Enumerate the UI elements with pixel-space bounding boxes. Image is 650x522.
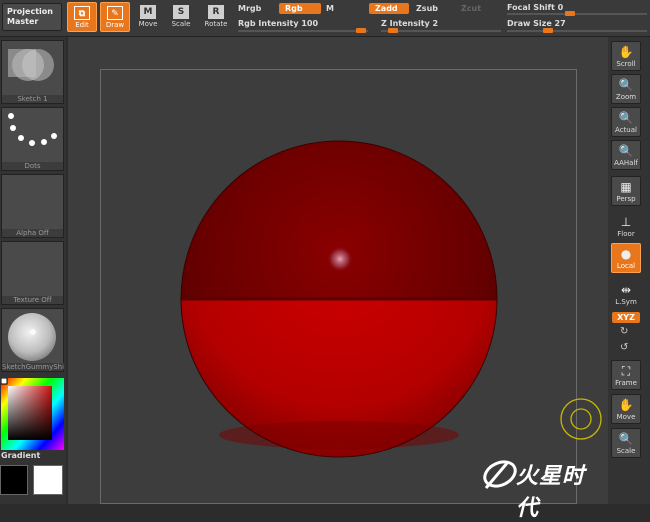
sketch-brush-swatch[interactable]: Sketch 1 <box>1 40 64 104</box>
local-icon: ● <box>620 247 632 261</box>
floor-icon: ⊥ <box>620 215 632 229</box>
scale-zoom-icon: 🔍 <box>618 432 634 446</box>
dots-stroke-icon <box>8 113 57 146</box>
color-picker-spectrum <box>0 377 64 450</box>
aahalf-button[interactable]: 🔍 AAHalf <box>611 140 641 170</box>
rgb-intensity-slider[interactable] <box>238 30 368 32</box>
zoom-button[interactable]: 🔍 Zoom <box>611 74 641 104</box>
mrgb-toggle[interactable]: Mrgb <box>238 4 261 13</box>
draw-button[interactable]: ✎ Draw <box>100 2 130 32</box>
xyz-toggle[interactable]: XYZ <box>612 312 640 323</box>
alpha-swatch[interactable]: Alpha Off <box>1 174 64 238</box>
watermark-logo: 火星时代 <box>478 452 606 521</box>
frame-button[interactable]: ⛶ Frame <box>611 360 641 390</box>
persp-icon: ▦ <box>620 180 632 194</box>
move-icon: M <box>140 5 156 19</box>
move-button[interactable]: M Move <box>133 2 163 32</box>
scale-button[interactable]: S Scale <box>166 2 196 32</box>
lsym-icon: ⇹ <box>620 283 632 297</box>
hand-icon: ✋ <box>618 45 634 59</box>
scale-view-button[interactable]: 🔍 Scale <box>611 428 641 458</box>
z-intensity-label: Z Intensity 2 <box>381 19 439 28</box>
secondary-color-swatch[interactable] <box>0 465 28 495</box>
focal-shift-label: Focal Shift 0 <box>507 3 564 12</box>
m-toggle[interactable]: M <box>326 4 334 13</box>
edit-icon: ⧉ <box>74 6 90 20</box>
watermark-logo-icon <box>483 460 517 489</box>
right-panel: ✋ Scroll 🔍 Zoom 🔍 Actual 🔍 AAHalf ▦ Pers… <box>608 37 650 504</box>
draw-size-slider[interactable] <box>507 30 647 32</box>
frame-icon: ⛶ <box>621 364 631 378</box>
z-intensity-slider[interactable] <box>381 30 501 32</box>
projection-master-button[interactable]: Projection Master <box>2 3 62 31</box>
gradient-label: Gradient <box>1 451 41 460</box>
rgb-intensity-label: Rgb Intensity 100 <box>238 19 319 28</box>
red-sphere-model[interactable] <box>68 37 608 504</box>
zsub-toggle[interactable]: Zsub <box>416 4 438 13</box>
move-view-button[interactable]: ✋ Move <box>611 394 641 424</box>
focal-shift-slider[interactable] <box>507 13 647 15</box>
draw-size-knob[interactable] <box>543 28 553 33</box>
rotate-z-icon[interactable]: ↺ <box>620 342 628 353</box>
floor-button[interactable]: ⊥ Floor <box>611 211 641 241</box>
top-toolbar: Projection Master ⧉ Edit ✎ Draw M Move S… <box>0 0 650 37</box>
actual-icon: 🔍 <box>618 111 634 125</box>
draw-size-label: Draw Size 27 <box>507 19 566 28</box>
aahalf-icon: 🔍 <box>618 144 634 158</box>
texture-swatch[interactable]: Texture Off <box>1 241 64 305</box>
rotate-icon: R <box>208 5 224 19</box>
move-hand-icon: ✋ <box>618 398 634 412</box>
rgb-toggle[interactable]: Rgb <box>279 3 321 14</box>
draw-icon: ✎ <box>107 6 123 20</box>
persp-button[interactable]: ▦ Persp <box>611 176 641 206</box>
rotate-y-icon[interactable]: ↻ <box>620 326 628 337</box>
material-swatch[interactable]: SketchGummyShi <box>1 308 64 372</box>
brush-cursor <box>560 398 602 440</box>
zoom-icon: 🔍 <box>618 78 634 92</box>
edit-button[interactable]: ⧉ Edit <box>67 2 97 32</box>
lsym-button[interactable]: ⇹ L.Sym <box>611 279 641 309</box>
sketch-brush-icon <box>8 49 54 81</box>
stroke-dots-swatch[interactable]: Dots <box>1 107 64 171</box>
color-picker[interactable] <box>0 377 64 450</box>
left-panel: Sketch 1 Dots Alpha Off Texture Off Sket… <box>0 37 66 504</box>
local-button[interactable]: ● Local <box>611 243 641 273</box>
zadd-toggle[interactable]: Zadd <box>369 3 409 14</box>
scale-icon: S <box>173 5 189 19</box>
focal-shift-knob[interactable] <box>565 11 575 16</box>
rgb-intensity-knob[interactable] <box>356 28 366 33</box>
rotate-button[interactable]: R Rotate <box>201 2 231 32</box>
z-intensity-knob[interactable] <box>388 28 398 33</box>
main-color-swatch[interactable] <box>33 465 63 495</box>
zcut-toggle[interactable]: Zcut <box>461 4 481 13</box>
scroll-button[interactable]: ✋ Scroll <box>611 41 641 71</box>
actual-button[interactable]: 🔍 Actual <box>611 107 641 137</box>
material-sphere-icon <box>8 313 56 361</box>
